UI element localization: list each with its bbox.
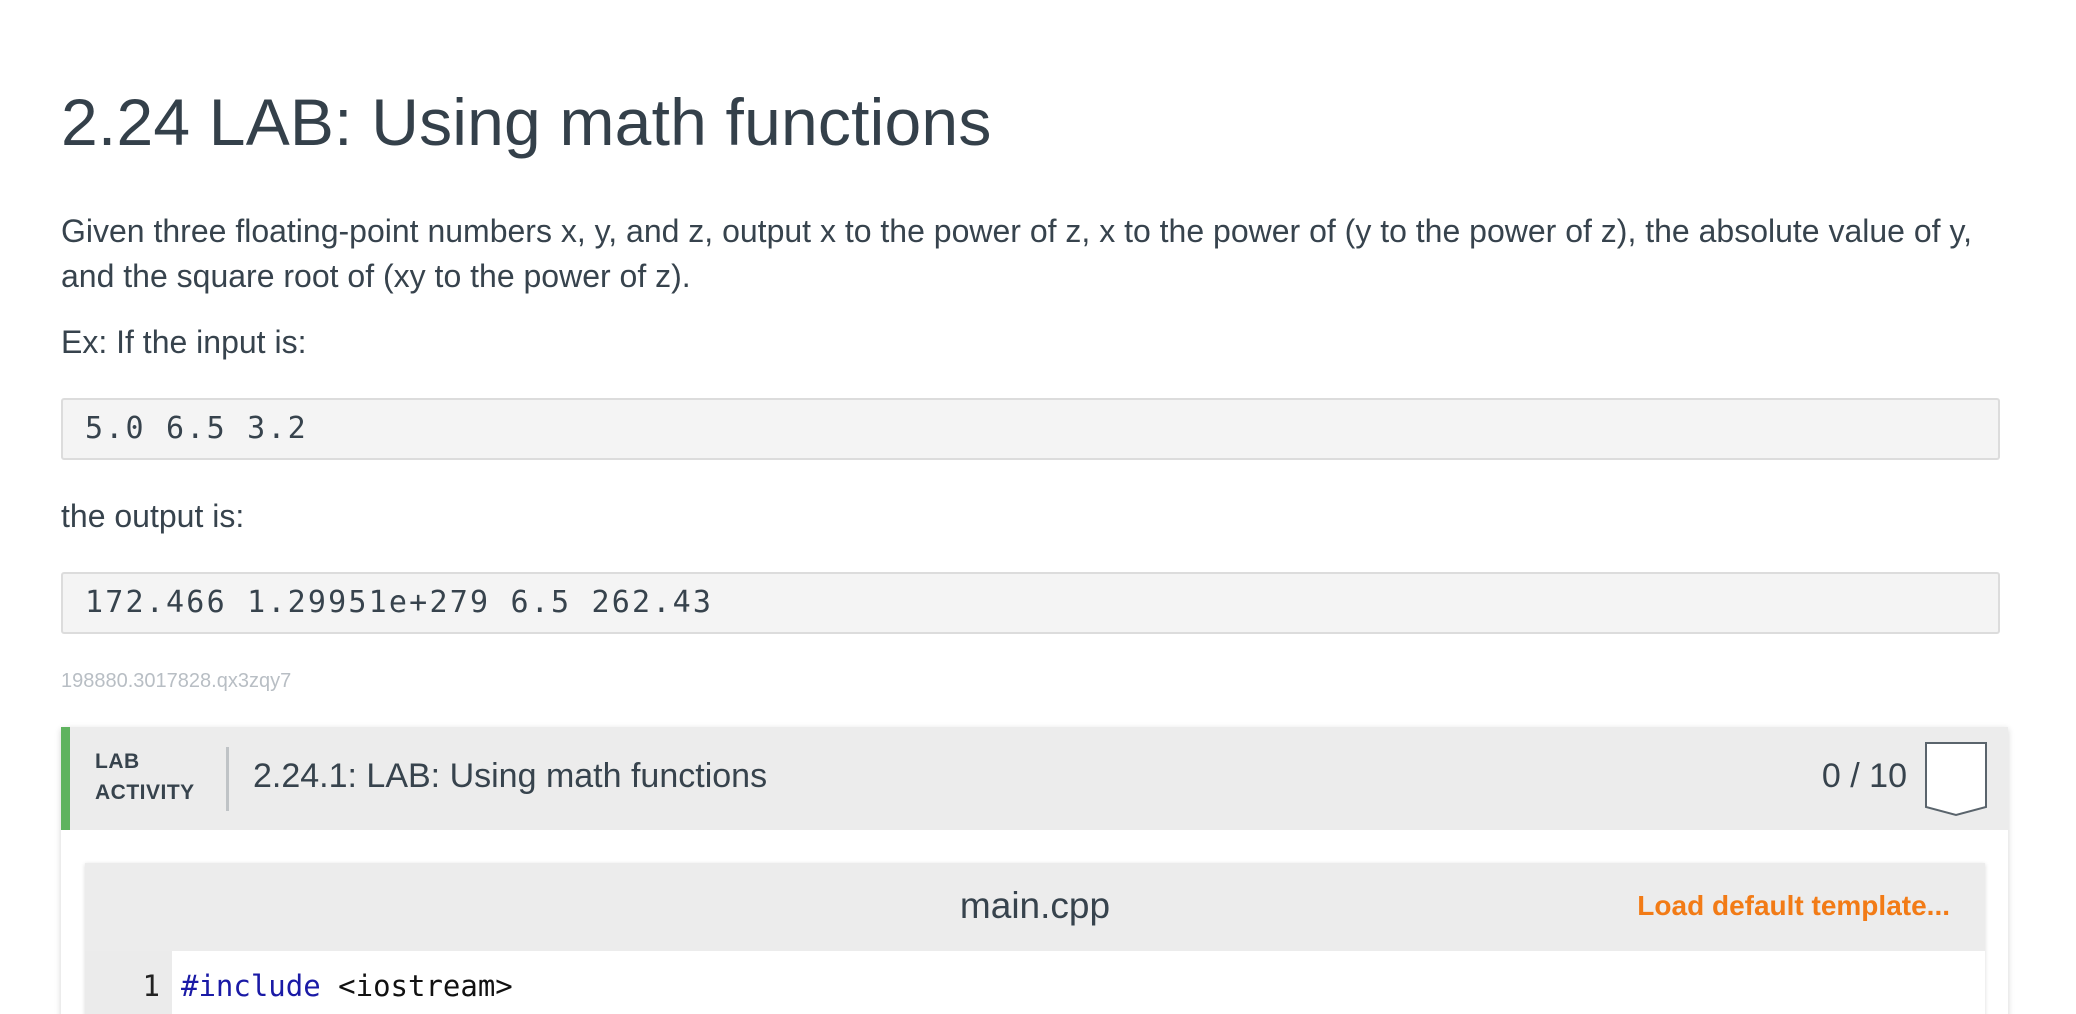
problem-description: Given three floating-point numbers x, y,… <box>61 213 1972 294</box>
example-input-box: 5.0 6.5 3.2 <box>61 398 2000 460</box>
lab-activity-panel: LAB ACTIVITY 2.24.1: LAB: Using math fun… <box>61 727 2008 1014</box>
lab-page: 2.24 LAB: Using math functions Given thr… <box>0 0 2076 1014</box>
lab-activity-tag: LAB ACTIVITY <box>95 746 195 808</box>
example-intro: Ex: If the input is: <box>61 324 307 360</box>
lab-score: 0 / 10 <box>1821 757 1907 795</box>
code-text: <iostream> <box>320 969 513 1003</box>
content-hash-id: 198880.3017828.qx3zqy7 <box>61 670 292 692</box>
code-editor: main.cpp Load default template... 1 #inc… <box>85 863 1985 1014</box>
page-title: 2.24 LAB: Using math functions <box>61 85 992 159</box>
load-default-template-link[interactable]: Load default template... <box>1637 890 1950 922</box>
output-intro: the output is: <box>61 498 245 534</box>
lab-activity-header: LAB ACTIVITY 2.24.1: LAB: Using math fun… <box>61 727 2008 830</box>
line-number-gutter: 1 <box>85 951 172 1014</box>
code-keyword: #include <box>181 969 321 1003</box>
header-divider <box>226 747 229 811</box>
line-number: 1 <box>142 969 160 1003</box>
shield-outline-icon[interactable] <box>1924 741 1988 817</box>
lab-activity-title: 2.24.1: LAB: Using math functions <box>253 757 768 795</box>
code-line[interactable]: #include <iostream> <box>181 969 513 1003</box>
editor-header: main.cpp Load default template... <box>85 863 1985 951</box>
example-output-box: 172.466 1.29951e+279 6.5 262.43 <box>61 572 2000 634</box>
lab-tag-line1: LAB <box>95 750 140 773</box>
lab-tag-line2: ACTIVITY <box>95 781 195 804</box>
